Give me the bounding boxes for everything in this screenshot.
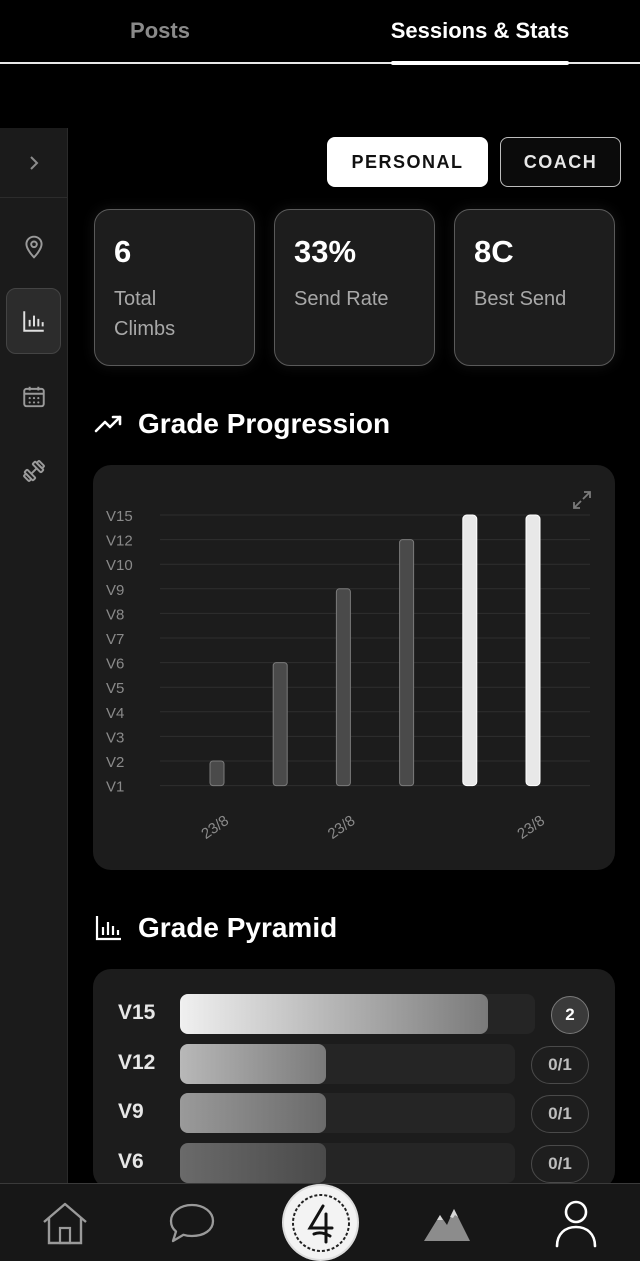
pyramid-count-badge: 2 [551, 996, 589, 1034]
pyramid-bar [180, 1093, 326, 1134]
rail-item-calendar[interactable] [6, 364, 61, 430]
y-tick-label: V8 [106, 606, 124, 623]
stat-value: 8C [474, 234, 514, 269]
grade-pyramid-heading: Grade Pyramid [94, 912, 337, 944]
calendar-icon [22, 386, 45, 408]
grade-progression-heading: Grade Progression [94, 408, 390, 440]
pyramid-row: V6 0/1 [93, 1142, 615, 1184]
home-icon [43, 1202, 87, 1245]
rail-item-locations[interactable] [6, 214, 61, 280]
personal-mode-button[interactable]: PERSONAL [327, 137, 488, 187]
y-tick-label: V12 [106, 533, 133, 550]
y-tick-label: V2 [106, 754, 124, 771]
y-tick-label: V10 [106, 557, 133, 574]
location-pin-icon [24, 235, 43, 259]
chart-bar[interactable] [399, 539, 415, 787]
bar-chart-icon [22, 311, 44, 332]
tab-posts[interactable]: Posts [0, 0, 320, 62]
grade-pyramid-card: V15 2 V12 0/1 V9 0/1 V6 0/1 [93, 969, 615, 1189]
grade-pyramid-title: Grade Pyramid [138, 912, 338, 943]
pyramid-bar [180, 1043, 326, 1084]
x-tick-label: 23/8 [198, 812, 232, 843]
dumbbell-icon [22, 460, 45, 482]
grade-progression-chart: V1 V2 V3 V4 V5 V6 V7 V8 V9 V10 V12 V15 23/8 23/8 23/8 [93, 465, 615, 870]
chevron-right-icon [29, 155, 38, 170]
nav-messages[interactable] [167, 1198, 217, 1248]
stat-card-send-rate: 33% Send Rate [274, 209, 435, 366]
pyramid-bar [180, 994, 488, 1034]
coach-mode-label: COACH [523, 151, 598, 172]
side-rail [0, 128, 68, 1183]
pyramid-grade-label: V6 [118, 1150, 144, 1174]
pyramid-grade-label: V15 [118, 1001, 156, 1024]
tab-sessions-stats-label: Sessions & Stats [390, 18, 570, 43]
stat-card-best-send: 8C Best Send [454, 209, 615, 366]
mountain-icon [424, 1209, 470, 1241]
stat-card-total-climbs: 6 Total Climbs [94, 209, 255, 366]
pyramid-count-badge: 0/1 [531, 1045, 589, 1084]
chart-bar[interactable] [272, 662, 288, 787]
tab-posts-label: Posts [130, 18, 190, 43]
logo-icon [291, 1193, 350, 1252]
stat-value: 33% [294, 234, 357, 269]
nav-home[interactable] [40, 1198, 90, 1248]
trending-up-icon [94, 415, 122, 433]
nav-profile[interactable] [551, 1198, 601, 1248]
tab-sessions-stats[interactable]: Sessions & Stats [320, 0, 640, 65]
y-tick-label: V9 [106, 582, 124, 599]
chart-bar[interactable] [209, 760, 225, 787]
pyramid-count-badge: 0/1 [531, 1095, 589, 1134]
y-tick-label: V6 [106, 656, 124, 673]
pyramid-grade-label: V12 [118, 1050, 156, 1074]
coach-mode-button[interactable]: COACH [500, 137, 621, 187]
stat-label: Send Rate [294, 288, 389, 310]
rail-expand-button[interactable] [0, 128, 67, 198]
chart-bar[interactable] [525, 514, 541, 787]
chart-svg: V1 V2 V3 V4 V5 V6 V7 V8 V9 V10 V12 V15 23/8 23/8 23/8 [106, 508, 590, 843]
chart-bar[interactable] [335, 588, 351, 787]
stat-value: 6 [114, 234, 132, 269]
x-tick-label: 23/8 [514, 812, 548, 843]
y-tick-label: V1 [106, 779, 124, 796]
x-tick-label: 23/8 [325, 812, 359, 843]
y-tick-label: V7 [106, 631, 124, 648]
pyramid-count-badge: 0/1 [531, 1145, 589, 1184]
pyramid-row: V15 2 [93, 993, 615, 1035]
pyramid-grade-label: V9 [118, 1100, 144, 1124]
rail-item-stats[interactable] [6, 288, 61, 354]
rail-item-training[interactable] [6, 438, 61, 504]
expand-icon[interactable] [571, 489, 593, 511]
stat-label: Best Send [474, 288, 567, 310]
profile-icon [555, 1200, 597, 1248]
stat-label: Total Climbs [114, 288, 176, 340]
grade-progression-title: Grade Progression [138, 408, 391, 439]
bottom-nav [0, 1183, 640, 1261]
nav-logo-button[interactable] [284, 1186, 357, 1259]
chat-bubble-icon [169, 1203, 215, 1243]
nav-crags[interactable] [422, 1198, 472, 1248]
pyramid-row: V9 0/1 [93, 1092, 615, 1134]
bar-chart-icon [95, 916, 121, 941]
pyramid-row: V12 0/1 [93, 1043, 615, 1085]
y-tick-label: V5 [106, 680, 124, 697]
chart-bar[interactable] [462, 514, 478, 787]
y-tick-label: V3 [106, 729, 124, 746]
y-tick-label: V15 [106, 508, 133, 525]
personal-mode-label: PERSONAL [351, 151, 464, 172]
y-tick-label: V4 [106, 705, 124, 722]
pyramid-bar [180, 1143, 326, 1184]
top-tab-bar: Posts Sessions & Stats [0, 0, 640, 65]
